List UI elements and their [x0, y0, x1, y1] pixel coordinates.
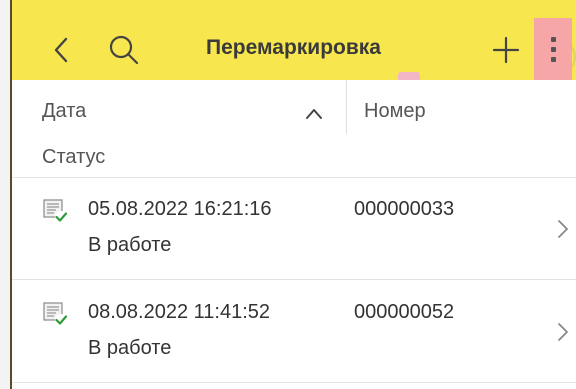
search-button[interactable] — [102, 28, 146, 72]
app-window: Перемаркировка Дата Номер Статус 05.08.2… — [12, 0, 576, 389]
document-check-icon — [43, 302, 68, 326]
sort-button[interactable] — [302, 102, 326, 126]
list-item[interactable]: 05.08.2022 16:21:16 000000033 В работе — [12, 178, 576, 280]
back-button[interactable] — [44, 32, 80, 68]
focus-indicator — [398, 72, 420, 80]
row-date: 05.08.2022 16:21:16 — [88, 198, 272, 220]
toolbar: Перемаркировка — [12, 0, 576, 80]
row-date: 08.08.2022 11:41:52 — [88, 301, 271, 323]
document-check-icon — [43, 199, 68, 223]
chevron-left-icon — [54, 37, 68, 63]
screen: Перемаркировка Дата Номер Статус 05.08.2… — [0, 0, 576, 389]
row-number: 000000033 — [354, 198, 455, 220]
column-header: Дата Номер Статус — [12, 80, 576, 178]
list-item[interactable]: 08.08.2022 11:41:52 000000052 В работе — [12, 281, 576, 383]
column-divider — [346, 80, 347, 134]
chevron-right-icon — [558, 323, 568, 341]
column-number-label[interactable]: Номер — [364, 100, 426, 123]
row-status: В работе — [88, 234, 172, 256]
page-title: Перемаркировка — [206, 36, 381, 59]
more-menu-button[interactable] — [534, 18, 572, 80]
search-icon — [109, 35, 139, 65]
row-status: В работе — [88, 337, 172, 359]
plus-icon — [492, 36, 520, 64]
window-edge — [0, 0, 12, 389]
column-date-label[interactable]: Дата — [42, 100, 86, 123]
more-vertical-icon — [550, 36, 556, 62]
chevron-up-icon — [306, 109, 322, 119]
row-number: 000000052 — [354, 301, 455, 323]
add-button[interactable] — [484, 28, 528, 72]
column-status-label[interactable]: Статус — [42, 146, 105, 169]
chevron-right-icon — [558, 220, 568, 238]
